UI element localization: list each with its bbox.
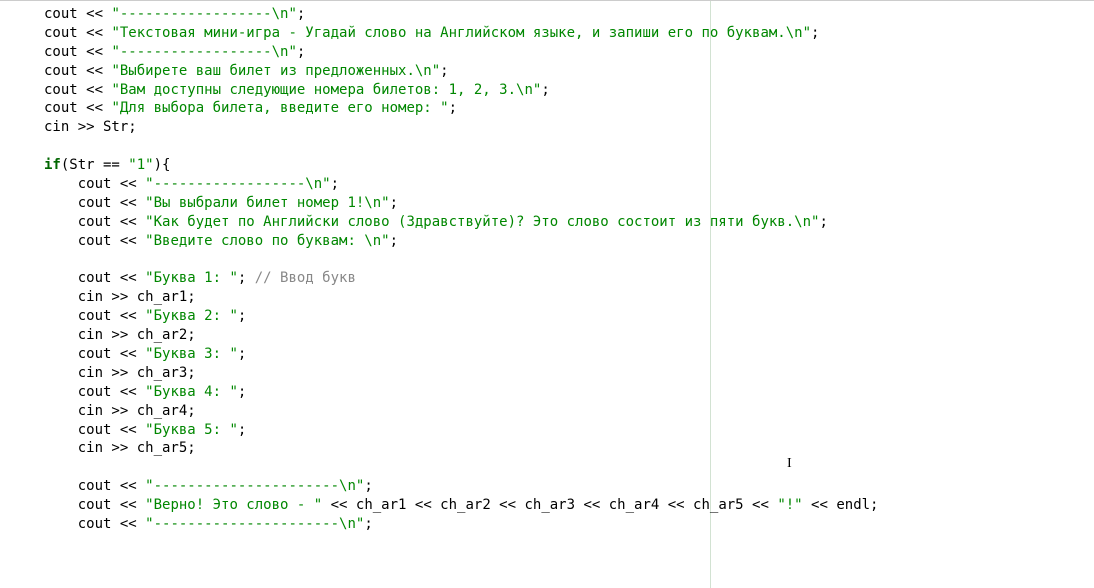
token-id: cout << (44, 214, 145, 230)
token-str: "----------------------\n" (145, 516, 364, 532)
token-id: cout << (44, 308, 145, 324)
token-id: cout << (44, 6, 111, 22)
token-id: cout << (44, 25, 111, 41)
token-id: ; (390, 195, 398, 211)
text-cursor-icon: I (787, 455, 792, 474)
token-str: "!" (777, 497, 802, 513)
code-line[interactable]: cout << "Вы выбрали билет номер 1!\n"; (44, 194, 1094, 213)
code-line[interactable]: cout << "Буква 2: "; (44, 307, 1094, 326)
token-id: ; (238, 384, 246, 400)
token-str: "Вы выбрали билет номер 1!\n" (145, 195, 389, 211)
code-line[interactable]: cout << "Буква 4: "; (44, 383, 1094, 402)
token-id: cout << (44, 346, 145, 362)
code-line[interactable] (44, 251, 1094, 270)
code-line[interactable]: cout << "----------------------\n"; (44, 515, 1094, 534)
token-id: << endl; (803, 497, 879, 513)
code-line[interactable]: cout << "------------------\n"; (44, 43, 1094, 62)
token-str: "Буква 4: " (145, 384, 238, 400)
token-id: ; (297, 44, 305, 60)
token-str: "----------------------\n" (145, 478, 364, 494)
token-id: cout << (44, 497, 145, 513)
token-id: ; (238, 422, 246, 438)
token-str: "Верно! Это слово - " (145, 497, 322, 513)
token-id: cin >> ch_ar4; (44, 403, 196, 419)
token-id: cin >> ch_ar1; (44, 289, 196, 305)
token-id: cout << (44, 422, 145, 438)
code-line[interactable] (44, 137, 1094, 156)
token-kw: if (44, 157, 61, 173)
code-line[interactable]: cin >> ch_ar1; (44, 288, 1094, 307)
token-id: ){ (154, 157, 171, 173)
token-str: "------------------\n" (111, 44, 296, 60)
token-str: "Выбирете ваш билет из предложенных.\n" (111, 63, 440, 79)
code-line[interactable]: cin >> ch_ar3; (44, 364, 1094, 383)
code-line[interactable]: cout << "Текстовая мини-игра - Угадай сл… (44, 24, 1094, 43)
token-id: cin >> ch_ar3; (44, 365, 196, 381)
token-id: cout << (44, 195, 145, 211)
code-line[interactable]: cin >> ch_ar2; (44, 326, 1094, 345)
token-id: cin >> ch_ar5; (44, 440, 196, 456)
code-line[interactable]: cout << "Введите слово по буквам: \n"; (44, 232, 1094, 251)
code-line[interactable]: cout << "Выбирете ваш билет из предложен… (44, 62, 1094, 81)
token-id: cout << (44, 63, 111, 79)
code-line[interactable]: cout << "----------------------\n"; (44, 477, 1094, 496)
code-line[interactable]: if(Str == "1"){ (44, 156, 1094, 175)
token-str: "Вам доступны следующие номера билетов: … (111, 82, 541, 98)
token-id: cin >> Str; (44, 119, 137, 135)
code-line[interactable]: cout << "------------------\n"; (44, 175, 1094, 194)
code-line[interactable]: cout << "Вам доступны следующие номера б… (44, 81, 1094, 100)
token-id: ; (331, 176, 339, 192)
token-id: << ch_ar1 << ch_ar2 << ch_ar3 << ch_ar4 … (322, 497, 777, 513)
token-str: "Буква 2: " (145, 308, 238, 324)
token-str: "Введите слово по буквам: \n" (145, 233, 389, 249)
token-str: "Для выбора билета, введите его номер: " (111, 100, 448, 116)
token-id: cout << (44, 44, 111, 60)
token-str: "Как будет по Английски слово (Здравству… (145, 214, 819, 230)
token-id: ; (238, 346, 246, 362)
token-id: ; (541, 82, 549, 98)
token-str: "Буква 1: " (145, 270, 238, 286)
code-line[interactable]: cout << "------------------\n"; (44, 5, 1094, 24)
token-str: "Буква 3: " (145, 346, 238, 362)
token-id: cout << (44, 82, 111, 98)
token-id: ; (440, 63, 448, 79)
token-id: ; (364, 478, 372, 494)
token-id: cout << (44, 233, 145, 249)
code-editor[interactable]: cout << "------------------\n";cout << "… (0, 1, 1094, 534)
token-id: ; (238, 308, 246, 324)
code-line[interactable]: cin >> ch_ar5; (44, 439, 1094, 458)
token-id: ; (811, 25, 819, 41)
token-str: "------------------\n" (111, 6, 296, 22)
token-str: "Текстовая мини-игра - Угадай слово на А… (111, 25, 811, 41)
token-id: ; (364, 516, 372, 532)
code-line[interactable]: cout << "Буква 1: "; // Ввод букв (44, 269, 1094, 288)
token-str: "Буква 5: " (145, 422, 238, 438)
token-id: ; (390, 233, 398, 249)
token-id: cout << (44, 516, 145, 532)
token-id: cout << (44, 270, 145, 286)
code-line[interactable]: cout << "Буква 3: "; (44, 345, 1094, 364)
token-id: (Str == (61, 157, 128, 173)
code-line[interactable]: cout << "Верно! Это слово - " << ch_ar1 … (44, 496, 1094, 515)
code-line[interactable]: cout << "Буква 5: "; (44, 421, 1094, 440)
code-line[interactable]: cout << "Для выбора билета, введите его … (44, 99, 1094, 118)
token-id: cout << (44, 384, 145, 400)
token-id: cout << (44, 478, 145, 494)
token-cmt: // Ввод букв (255, 270, 356, 286)
token-id: cin >> ch_ar2; (44, 327, 196, 343)
token-id: ; (819, 214, 827, 230)
code-line[interactable]: cin >> Str; (44, 118, 1094, 137)
token-id: cout << (44, 176, 145, 192)
token-str: "------------------\n" (145, 176, 330, 192)
token-str: "1" (128, 157, 153, 173)
token-id: ; (449, 100, 457, 116)
code-line[interactable] (44, 458, 1094, 477)
code-line[interactable]: cin >> ch_ar4; (44, 402, 1094, 421)
code-line[interactable]: cout << "Как будет по Английски слово (З… (44, 213, 1094, 232)
token-id: ; (297, 6, 305, 22)
token-id: cout << (44, 100, 111, 116)
token-id: ; (238, 270, 255, 286)
